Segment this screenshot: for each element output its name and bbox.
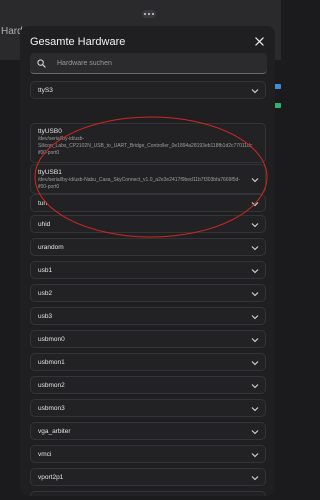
list-item-label: usb3	[38, 313, 53, 320]
search-field[interactable]	[30, 53, 267, 74]
list-item-label: ttyUSB1	[38, 169, 62, 176]
list-item-uhid[interactable]: uhid	[30, 215, 266, 233]
list-item-label: usbmon2	[38, 382, 65, 389]
list-item-label: urandom	[38, 244, 64, 251]
chevron-down-icon	[251, 338, 259, 343]
hardware-dialog: Gesamte Hardware ttyS3 ttyUSB0 /dev/seri…	[20, 26, 275, 496]
list-item-tun[interactable]: tun	[30, 194, 266, 212]
list-item-urandom[interactable]: urandom	[30, 238, 266, 256]
list-item-label: usb1	[38, 267, 53, 274]
search-icon	[30, 58, 53, 68]
list-item-label: usbmon1	[38, 359, 65, 366]
list-item-path: /dev/serial/by-id/usb-Nabu_Casa_SkyConne…	[38, 177, 240, 190]
list-item-vga-arbiter[interactable]: vga_arbiter	[30, 422, 266, 440]
chevron-down-icon	[251, 269, 259, 274]
chevron-down-icon	[251, 453, 259, 458]
list-item-ttyUSB0[interactable]: ttyUSB0 /dev/serial/by-id/usb-Silicon_La…	[30, 123, 266, 163]
search-input[interactable]	[53, 58, 267, 68]
chevron-down-icon	[251, 178, 259, 183]
list-item-label: vport2p1	[38, 474, 64, 481]
list-item-usbmon2[interactable]: usbmon2	[30, 376, 266, 394]
list-item-vport2p1[interactable]: vport2p1	[30, 468, 266, 486]
list-item-label: vga_arbiter	[38, 428, 71, 435]
list-item-label: tun	[38, 200, 48, 207]
list-item-usbmon0[interactable]: usbmon0	[30, 330, 266, 348]
chevron-down-icon	[251, 292, 259, 297]
chevron-down-icon	[251, 223, 259, 228]
close-button[interactable]	[251, 33, 267, 49]
close-icon	[254, 36, 264, 46]
list-item-label: usbmon3	[38, 405, 65, 412]
chevron-down-icon	[251, 246, 259, 251]
chevron-down-icon	[251, 407, 259, 412]
chevron-down-icon	[251, 430, 259, 435]
chevron-down-icon	[251, 315, 259, 320]
list-item-label: ttyUSB0	[38, 128, 62, 135]
list-item-label: usb2	[38, 290, 53, 297]
list-item-path: /dev/serial/by-id/usb-Silicon_Labs_CP210…	[38, 136, 253, 156]
drag-handle-icon[interactable]	[142, 10, 156, 18]
chevron-down-icon	[251, 89, 259, 94]
chevron-down-icon	[251, 476, 259, 481]
chevron-down-icon	[251, 384, 259, 389]
list-item-ttyS3[interactable]: ttyS3	[30, 81, 266, 99]
list-item-label: vmci	[38, 451, 52, 458]
list-item-ttyUSB1[interactable]: ttyUSB1 /dev/serial/by-id/usb-Nabu_Casa_…	[30, 164, 266, 194]
list-item-usbmon1[interactable]: usbmon1	[30, 353, 266, 371]
list-item-usb1[interactable]: usb1	[30, 261, 266, 279]
list-item-label: usbmon0	[38, 336, 65, 343]
list-item-usb2[interactable]: usb2	[30, 284, 266, 302]
list-item-usbmon3[interactable]: usbmon3	[30, 399, 266, 417]
list-item-vmci[interactable]: vmci	[30, 445, 266, 463]
chevron-down-icon	[251, 202, 259, 207]
list-item-label: uhid	[38, 221, 51, 228]
chevron-down-icon	[251, 361, 259, 366]
list-item-usb3[interactable]: usb3	[30, 307, 266, 325]
list-item-label: ttyS3	[38, 87, 53, 94]
list-item-zero[interactable]: zero	[30, 491, 266, 496]
dialog-title: Gesamte Hardware	[30, 36, 126, 48]
